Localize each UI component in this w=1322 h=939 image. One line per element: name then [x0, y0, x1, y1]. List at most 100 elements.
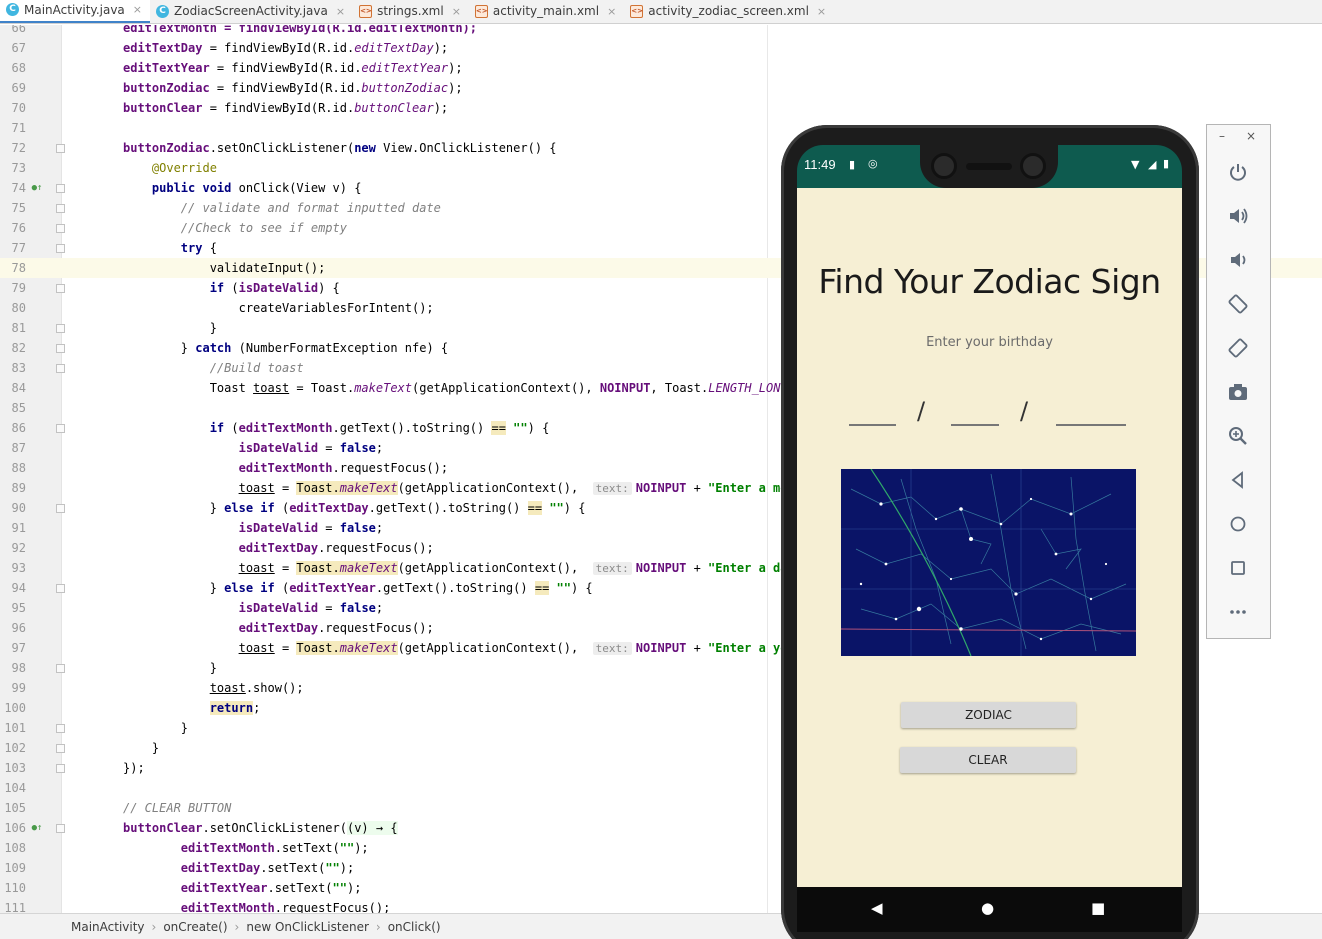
minimize-icon[interactable]: –: [1219, 129, 1225, 143]
line-number[interactable]: 93: [0, 558, 26, 578]
line-number[interactable]: 91: [0, 518, 26, 538]
fold-marker-icon[interactable]: [56, 424, 65, 433]
volume-down-icon[interactable]: [1224, 246, 1252, 274]
line-number[interactable]: 106: [0, 818, 26, 838]
override-marker-icon[interactable]: ●↑: [31, 818, 43, 838]
month-input[interactable]: [849, 424, 896, 426]
camera-icon[interactable]: [1224, 378, 1252, 406]
line-number[interactable]: 86: [0, 418, 26, 438]
fold-marker-icon[interactable]: [56, 724, 65, 733]
line-number[interactable]: 102: [0, 738, 26, 758]
line-number[interactable]: 108: [0, 838, 26, 858]
tab-activity-zodiac-screen-xml[interactable]: <> activity_zodiac_screen.xml ×: [624, 0, 834, 23]
recents-icon[interactable]: ■: [1091, 899, 1105, 917]
back-icon[interactable]: [1224, 466, 1252, 494]
zodiac-button[interactable]: ZODIAC: [901, 702, 1076, 728]
fold-marker-icon[interactable]: [56, 324, 65, 333]
line-number[interactable]: 75: [0, 198, 26, 218]
line-number[interactable]: 94: [0, 578, 26, 598]
line-number[interactable]: 89: [0, 478, 26, 498]
zoom-icon[interactable]: [1224, 422, 1252, 450]
line-number[interactable]: 109: [0, 858, 26, 878]
fold-marker-icon[interactable]: [56, 824, 65, 833]
close-icon[interactable]: ×: [336, 5, 345, 18]
line-number[interactable]: 67: [0, 38, 26, 58]
line-number[interactable]: 82: [0, 338, 26, 358]
fold-marker-icon[interactable]: [56, 224, 65, 233]
line-number[interactable]: 66: [0, 25, 26, 38]
line-number[interactable]: 101: [0, 718, 26, 738]
line-number[interactable]: 87: [0, 438, 26, 458]
fold-marker-icon[interactable]: [56, 244, 65, 253]
line-number[interactable]: 100: [0, 698, 26, 718]
code-line[interactable]: 67 editTextDay = findViewById(R.id.editTe…: [0, 38, 1322, 58]
fold-marker-icon[interactable]: [56, 144, 65, 153]
back-icon[interactable]: ◀: [871, 899, 883, 917]
breadcrumb-item[interactable]: MainActivity: [71, 920, 145, 934]
line-number[interactable]: 95: [0, 598, 26, 618]
line-number[interactable]: 73: [0, 158, 26, 178]
close-icon[interactable]: ×: [817, 5, 826, 18]
line-number[interactable]: 70: [0, 98, 26, 118]
line-number[interactable]: 72: [0, 138, 26, 158]
fold-marker-icon[interactable]: [56, 204, 65, 213]
line-number[interactable]: 90: [0, 498, 26, 518]
fold-marker-icon[interactable]: [56, 284, 65, 293]
override-marker-icon[interactable]: ●↑: [31, 178, 43, 198]
rotate-left-icon[interactable]: [1224, 290, 1252, 318]
fold-marker-icon[interactable]: [56, 184, 65, 193]
rotate-right-icon[interactable]: [1224, 334, 1252, 362]
line-number[interactable]: 96: [0, 618, 26, 638]
tab-main-activity[interactable]: C MainActivity.java ×: [0, 0, 150, 23]
tab-strings-xml[interactable]: <> strings.xml ×: [353, 0, 469, 23]
line-number[interactable]: 69: [0, 78, 26, 98]
line-number[interactable]: 92: [0, 538, 26, 558]
close-icon[interactable]: ×: [607, 5, 616, 18]
close-icon[interactable]: ×: [452, 5, 461, 18]
tab-zodiac-screen-activity[interactable]: C ZodiacScreenActivity.java ×: [150, 0, 353, 23]
code-line[interactable]: 68 editTextYear = findViewById(R.id.editT…: [0, 58, 1322, 78]
power-icon[interactable]: [1224, 158, 1252, 186]
code-line[interactable]: 66 editTextMonth = findViewById(R.id.edit…: [0, 25, 1322, 38]
more-icon[interactable]: [1224, 598, 1252, 626]
line-number[interactable]: 88: [0, 458, 26, 478]
fold-marker-icon[interactable]: [56, 664, 65, 673]
line-number[interactable]: 103: [0, 758, 26, 778]
code-line[interactable]: 69 buttonZodiac = findViewById(R.id.butto…: [0, 78, 1322, 98]
volume-up-icon[interactable]: [1224, 202, 1252, 230]
line-number[interactable]: 81: [0, 318, 26, 338]
line-number[interactable]: 105: [0, 798, 26, 818]
overview-icon[interactable]: [1224, 554, 1252, 582]
fold-marker-icon[interactable]: [56, 744, 65, 753]
line-number[interactable]: 77: [0, 238, 26, 258]
line-number[interactable]: 83: [0, 358, 26, 378]
fold-marker-icon[interactable]: [56, 364, 65, 373]
day-input[interactable]: [951, 424, 999, 426]
tab-activity-main-xml[interactable]: <> activity_main.xml ×: [469, 0, 624, 23]
breadcrumb-item[interactable]: new OnClickListener: [246, 920, 369, 934]
line-number[interactable]: 85: [0, 398, 26, 418]
line-number[interactable]: 99: [0, 678, 26, 698]
line-number[interactable]: 84: [0, 378, 26, 398]
line-number[interactable]: 104: [0, 778, 26, 798]
home-icon[interactable]: [1224, 510, 1252, 538]
line-number[interactable]: 74: [0, 178, 26, 198]
line-number[interactable]: 76: [0, 218, 26, 238]
clear-button[interactable]: CLEAR: [900, 747, 1076, 773]
fold-marker-icon[interactable]: [56, 504, 65, 513]
line-number[interactable]: 78: [0, 258, 26, 278]
fold-marker-icon[interactable]: [56, 584, 65, 593]
line-number[interactable]: 68: [0, 58, 26, 78]
year-input[interactable]: [1056, 424, 1126, 426]
line-number[interactable]: 98: [0, 658, 26, 678]
breadcrumb-item[interactable]: onCreate(): [163, 920, 227, 934]
breadcrumb-item[interactable]: onClick(): [388, 920, 441, 934]
home-icon[interactable]: ●: [981, 899, 994, 917]
line-number[interactable]: 79: [0, 278, 26, 298]
line-number[interactable]: 71: [0, 118, 26, 138]
line-number[interactable]: 97: [0, 638, 26, 658]
fold-marker-icon[interactable]: [56, 344, 65, 353]
close-icon[interactable]: ×: [1246, 129, 1256, 143]
line-number[interactable]: 110: [0, 878, 26, 898]
close-icon[interactable]: ×: [133, 3, 142, 16]
